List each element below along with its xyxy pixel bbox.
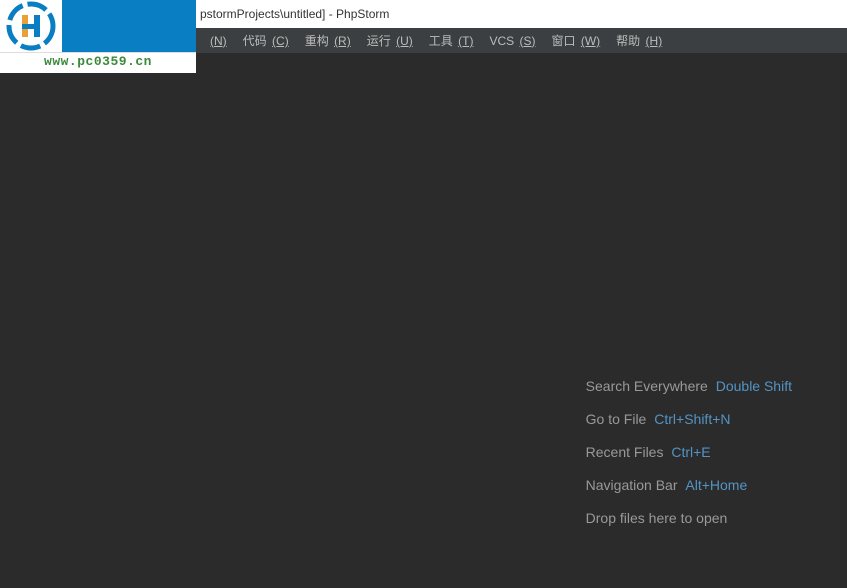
hint-go-to-file: Go to File Ctrl+Shift+N	[586, 411, 792, 427]
hint-navigation-bar: Navigation Bar Alt+Home	[586, 477, 792, 493]
logo-top	[0, 0, 196, 52]
menu-item-tools[interactable]: 工具 (T)	[421, 32, 482, 49]
watermark-logo: www.pc0359.cn	[0, 0, 196, 73]
editor-area[interactable]: Search Everywhere Double Shift Go to Fil…	[0, 53, 847, 588]
menu-item-help[interactable]: 帮助 (H)	[608, 32, 670, 49]
hint-search-everywhere: Search Everywhere Double Shift	[586, 378, 792, 394]
title-text: pstormProjects\untitled] - PhpStorm	[200, 7, 389, 21]
logo-icon	[0, 0, 62, 52]
menu-item-code[interactable]: 代码 (C)	[235, 32, 297, 49]
logo-url: www.pc0359.cn	[0, 52, 196, 70]
hint-recent-files: Recent Files Ctrl+E	[586, 444, 792, 460]
menu-item-vcs[interactable]: VCS (S)	[481, 34, 543, 48]
menu-item-refactor[interactable]: 重构 (R)	[297, 32, 359, 49]
hint-drop-files: Drop files here to open	[586, 510, 792, 526]
menu-item-run[interactable]: 运行 (U)	[359, 32, 421, 49]
welcome-hints: Search Everywhere Double Shift Go to Fil…	[586, 378, 792, 543]
menu-item-n[interactable]: (N)	[200, 34, 235, 48]
menu-item-window[interactable]: 窗口 (W)	[543, 32, 608, 49]
logo-blue-bar	[62, 0, 196, 52]
